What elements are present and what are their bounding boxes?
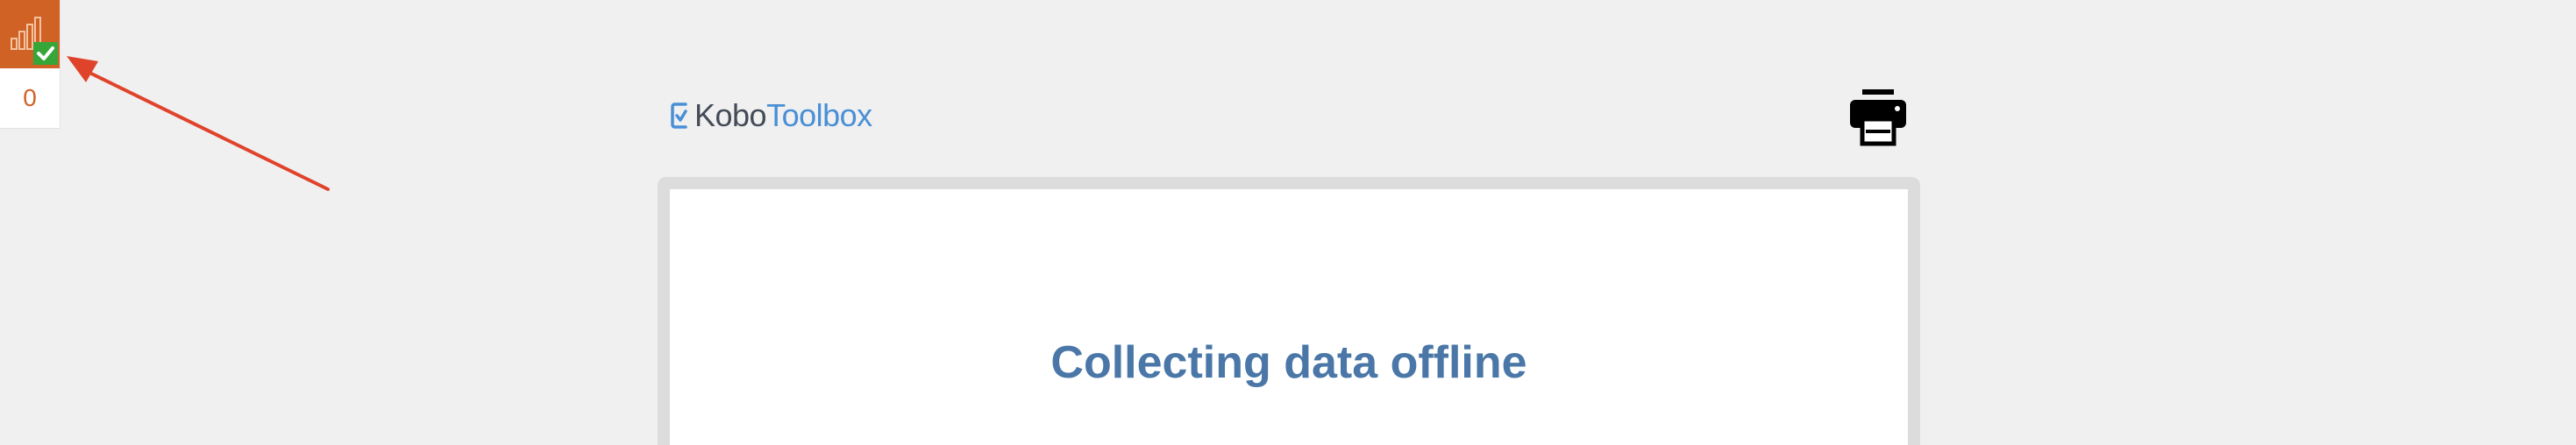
logo-text-kobo: Kobo [694, 97, 767, 133]
form-card: Collecting data offline [658, 177, 1920, 445]
print-button[interactable] [1848, 88, 1908, 147]
kobo-logo-icon [671, 102, 687, 129]
annotation-arrow-icon [67, 56, 330, 191]
printer-icon [1850, 89, 1906, 146]
page: 0 Kobo Toolbox Collecting data offline [0, 0, 2576, 445]
kobotoolbox-logo[interactable]: Kobo Toolbox [670, 97, 872, 133]
form-title: Collecting data offline [1050, 337, 1527, 388]
logo-text-toolbox: Toolbox [766, 97, 872, 133]
